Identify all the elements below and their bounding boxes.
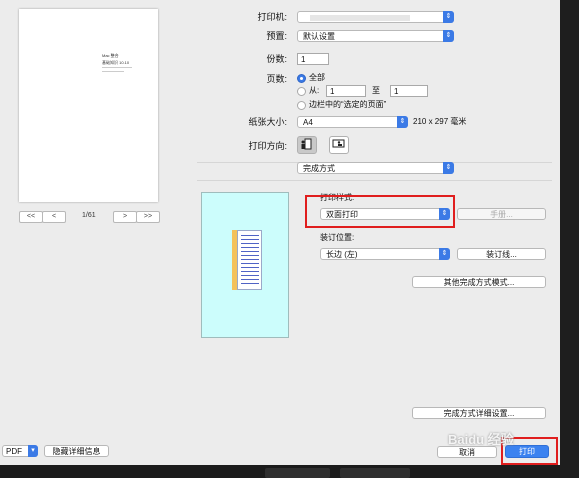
page-line bbox=[241, 251, 259, 252]
page-indicator: 1/61 bbox=[82, 212, 96, 219]
orientation-label: 打印方向: bbox=[248, 141, 287, 151]
pages-range-radio[interactable] bbox=[297, 87, 306, 96]
chevron-updown-icon: ⇕ bbox=[443, 11, 454, 23]
chevron-updown-icon: ⇕ bbox=[397, 116, 408, 128]
binding-label: 装订位置: bbox=[320, 233, 355, 242]
page-line bbox=[241, 279, 259, 280]
binding-select[interactable]: 长边 (左) ⇕ bbox=[320, 248, 450, 260]
preview-doc-title: Mac 整合 bbox=[102, 53, 119, 58]
paper-size-label: 纸张大小: bbox=[248, 117, 287, 127]
page-line bbox=[241, 275, 259, 276]
pages-selection-radio[interactable] bbox=[297, 101, 306, 110]
first-page-button[interactable]: << bbox=[19, 211, 43, 223]
pages-all-radio[interactable] bbox=[297, 74, 306, 83]
pages-to-label: 至 bbox=[372, 86, 380, 95]
pdf-label: PDF bbox=[6, 447, 22, 456]
finishing-preview bbox=[201, 192, 289, 338]
preview-text-line bbox=[102, 71, 124, 72]
page-preview: Mac 整合 基础知识 10.10 bbox=[19, 9, 158, 202]
pages-label: 页数: bbox=[266, 74, 287, 84]
paper-size-value: A4 bbox=[303, 118, 313, 127]
chevron-updown-icon: ⇕ bbox=[443, 162, 454, 174]
last-page-button[interactable]: >> bbox=[136, 211, 160, 223]
manual-button[interactable]: 手册... bbox=[457, 208, 546, 220]
binding-value: 长边 (左) bbox=[326, 250, 358, 259]
divider bbox=[197, 180, 552, 181]
background-button bbox=[340, 468, 410, 478]
pages-selection-label: 边栏中的“选定的页面” bbox=[309, 100, 387, 109]
pages-from-input[interactable]: 1 bbox=[326, 85, 366, 97]
page-line bbox=[241, 283, 259, 284]
section-select[interactable]: 完成方式 ⇕ bbox=[297, 162, 454, 174]
paper-size-select[interactable]: A4 ⇕ bbox=[297, 116, 408, 128]
paper-size-dims: 210 x 297 毫米 bbox=[413, 117, 467, 126]
background-button bbox=[265, 468, 330, 478]
preset-select[interactable]: 默认设置 ⇕ bbox=[297, 30, 454, 42]
copies-input[interactable]: 1 bbox=[297, 53, 329, 65]
printer-name-blurred bbox=[310, 15, 410, 21]
page-line bbox=[241, 243, 259, 244]
highlight-box bbox=[305, 195, 455, 228]
preset-label: 预置: bbox=[266, 31, 287, 41]
preset-value: 默认设置 bbox=[303, 32, 335, 41]
portrait-icon bbox=[301, 138, 312, 150]
next-page-button[interactable]: > bbox=[113, 211, 137, 223]
landscape-icon bbox=[332, 139, 345, 148]
page-line bbox=[241, 235, 259, 236]
preview-doc-subtitle: 基础知识 10.10 bbox=[102, 60, 130, 65]
page-line bbox=[241, 255, 259, 256]
print-dialog: Mac 整合 基础知识 10.10 << < 1/61 > >> 打印机: ⇕ … bbox=[0, 0, 560, 465]
preview-text-line bbox=[102, 67, 132, 68]
portrait-orientation-button[interactable] bbox=[297, 136, 317, 154]
copies-label: 份数: bbox=[266, 54, 287, 64]
background-strip bbox=[0, 465, 560, 478]
binding-margin-button[interactable]: 装订线... bbox=[457, 248, 546, 260]
watermark: Baidu 经验 bbox=[448, 432, 514, 447]
hide-details-button[interactable]: 隐藏详细信息 bbox=[44, 445, 109, 457]
window-edge bbox=[560, 0, 579, 478]
other-finishing-button[interactable]: 其他完成方式模式... bbox=[412, 276, 546, 288]
finishing-detail-button[interactable]: 完成方式详细设置... bbox=[412, 407, 546, 419]
chevron-updown-icon: ⇕ bbox=[443, 30, 454, 42]
pages-from-label: 从: bbox=[309, 86, 320, 95]
prev-page-button[interactable]: < bbox=[42, 211, 66, 223]
landscape-orientation-button[interactable] bbox=[329, 136, 349, 154]
pages-to-input[interactable]: 1 bbox=[390, 85, 428, 97]
page-line bbox=[241, 239, 259, 240]
chevron-down-icon: ▾ bbox=[28, 445, 38, 457]
page-line bbox=[241, 271, 259, 272]
section-value: 完成方式 bbox=[303, 164, 335, 173]
pdf-button[interactable]: PDF ▾ bbox=[2, 445, 38, 457]
printer-label: 打印机: bbox=[257, 12, 287, 22]
booklet-page-icon bbox=[237, 230, 262, 290]
chevron-updown-icon: ⇕ bbox=[439, 248, 450, 260]
printer-select[interactable]: ⇕ bbox=[297, 11, 454, 23]
page-line bbox=[241, 267, 259, 268]
pages-all-label: 全部 bbox=[309, 73, 325, 82]
page-line bbox=[241, 259, 259, 260]
page-line bbox=[241, 247, 259, 248]
page-line bbox=[241, 263, 259, 264]
